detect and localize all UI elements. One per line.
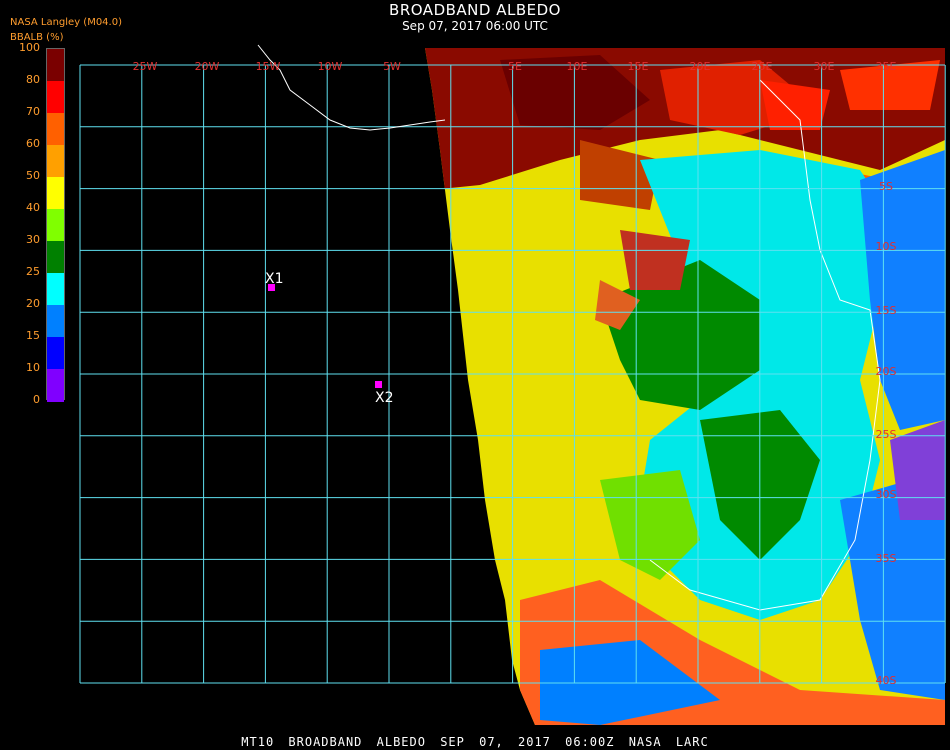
longitude-label: 5E [508, 60, 522, 73]
longitude-label: 15E [628, 60, 649, 73]
color-scale-swatch [47, 145, 64, 178]
color-scale-swatch [47, 305, 64, 338]
color-scale-swatch [47, 209, 64, 242]
marker-x2 [375, 381, 382, 388]
chart-subtitle: Sep 07, 2017 06:00 UTC [402, 19, 548, 33]
color-scale-swatch [47, 49, 64, 82]
color-scale-tick-label: 40 [26, 201, 40, 214]
color-scale-tick-label: 100 [19, 41, 40, 54]
color-scale-tick-label: 0 [33, 393, 40, 406]
color-scale-swatch [47, 113, 64, 146]
latitude-label: 5S [879, 180, 893, 193]
color-scale-tick-label: 30 [26, 233, 40, 246]
color-scale-swatch [47, 81, 64, 114]
latitude-label: 10S [876, 240, 897, 253]
longitude-label: 5W [383, 60, 401, 73]
longitude-label: 10W [318, 60, 343, 73]
longitude-label: 15W [256, 60, 281, 73]
color-scale-tick-label: 25 [26, 265, 40, 278]
color-scale-tick-label: 10 [26, 361, 40, 374]
color-scale-tick-label: 80 [26, 73, 40, 86]
latitude-label: 30S [876, 488, 897, 501]
latitude-label: 25S [876, 428, 897, 441]
color-scale-swatch [47, 369, 64, 402]
color-scale-tick-label: 60 [26, 137, 40, 150]
marker-x2-label: X2 [375, 390, 394, 406]
source-label: NASA Langley (M04.0) [10, 17, 122, 28]
color-scale-swatch [47, 177, 64, 210]
albedo-data-field [425, 48, 945, 725]
color-scale-swatch [47, 337, 64, 370]
longitude-label: 30E [814, 60, 835, 73]
latitude-label: 40S [876, 674, 897, 687]
footer-caption: MT10 BROADBAND ALBEDO SEP 07, 2017 06:00… [241, 735, 709, 749]
chart-title: BROADBAND ALBEDO [389, 1, 561, 19]
longitude-label: 20E [690, 60, 711, 73]
color-scale-tick-label: 20 [26, 297, 40, 310]
latitude-label: 35S [876, 552, 897, 565]
latitude-label: 20S [876, 365, 897, 378]
latitude-label: 15S [876, 304, 897, 317]
color-scale-swatch [47, 241, 64, 274]
longitude-label: 35E [876, 60, 897, 73]
marker-x1-label: X1 [265, 271, 284, 287]
coastline-north [257, 44, 446, 131]
color-scale-swatch [47, 273, 64, 306]
longitude-label: 10E [567, 60, 588, 73]
longitude-label: 20W [195, 60, 220, 73]
longitude-label: 25E [752, 60, 773, 73]
color-scale-tick-label: 15 [26, 329, 40, 342]
albedo-map: 25W 20W 15W 10W 5W 5E 10E 15E 20E 25E 30E 35E 5S 10S… [79, 44, 946, 725]
longitude-label: 25W [133, 60, 158, 73]
color-scale-bar [46, 48, 65, 402]
color-scale-tick-label: 70 [26, 105, 40, 118]
color-scale-tick-label: 50 [26, 169, 40, 182]
